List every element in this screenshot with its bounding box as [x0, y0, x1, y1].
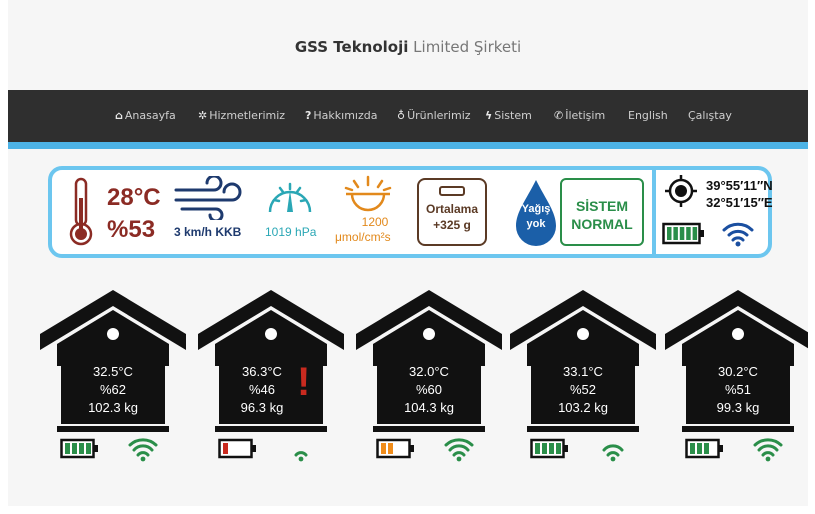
- solar-radiation-value: 1200: [361, 215, 389, 229]
- hive-temperature: 33.1°C: [563, 364, 603, 379]
- hive-stand: [215, 426, 327, 432]
- hive-display: 36.3°C %46 96.3 kg !: [219, 358, 323, 424]
- hive-display: 30.2°C %51 99.3 kg: [686, 358, 790, 424]
- pressure-gauge-icon: [268, 182, 312, 213]
- nav-about-label: Hakkımızda: [313, 109, 378, 122]
- home-icon: ⌂: [115, 109, 123, 122]
- nav-contact-label: İletişim: [565, 109, 606, 122]
- hive-weight: 96.3 kg: [240, 400, 284, 415]
- hive-card-3[interactable]: 32.0°C %60 104.3 kg: [354, 288, 504, 468]
- nav-system-label: Sistem: [494, 109, 532, 122]
- nav-products[interactable]: ♁ Ürünlerimiz: [397, 109, 471, 122]
- hive-card-4[interactable]: 33.1°C %52 103.2 kg: [508, 288, 658, 468]
- hive-stand: [682, 426, 794, 432]
- gps-latitude: 39°55′11″N: [706, 178, 773, 193]
- main-navbar: ⌂ Anasayfa ✲ Hizmetlerimiz ? Hakkımızda ♁ Ür…: [8, 90, 808, 142]
- nav-workshop-label: Çalıştay: [688, 109, 732, 122]
- hive-weight: 104.3 kg: [404, 400, 454, 415]
- hive-battery-icon: [530, 438, 568, 459]
- hive-temperature: 32.5°C: [93, 364, 133, 379]
- nav-system[interactable]: ϟ Sistem: [485, 109, 532, 122]
- nav-english-label: English: [628, 109, 668, 122]
- system-status-badge: SİSTEM NORMAL: [560, 178, 644, 246]
- hive-temperature: 30.2°C: [718, 364, 758, 379]
- nav-workshop[interactable]: Çalıştay: [688, 109, 732, 122]
- hive-weight: 103.2 kg: [558, 400, 608, 415]
- hive-stand: [373, 426, 485, 432]
- air-humidity: %53: [107, 216, 156, 243]
- hive-card-5[interactable]: 30.2°C %51 99.3 kg: [663, 288, 808, 468]
- air-pressure: 1019 hPa: [265, 225, 317, 239]
- scale-average-change: +325 g: [433, 218, 471, 232]
- page: GSS Teknoloji Limited Şirketi ⌂ Anasayfa …: [8, 0, 808, 506]
- hive-display: 32.0°C %60 104.3 kg: [377, 358, 481, 424]
- system-status-line1: SİSTEM: [575, 198, 629, 214]
- hive-humidity: %60: [415, 382, 443, 397]
- rain-status-line1: Yağış: [521, 203, 551, 215]
- gateway-wifi-icon: [722, 222, 754, 247]
- nav-home-label: Anasayfa: [124, 109, 176, 122]
- phone-icon: ✆: [554, 109, 564, 122]
- nav-about[interactable]: ? Hakkımızda: [305, 109, 377, 122]
- hive-weight: 102.3 kg: [88, 400, 138, 415]
- site-brand[interactable]: GSS Teknoloji Limited Şirketi: [8, 38, 808, 56]
- hive-card-1[interactable]: 32.5°C %62 102.3 kg: [38, 288, 188, 468]
- hive-battery-icon: [376, 438, 414, 459]
- nav-products-label: Ürünlerimiz: [407, 109, 471, 122]
- hive-display: 33.1°C %52 103.2 kg: [531, 358, 635, 424]
- hive-wifi-icon: [753, 438, 783, 462]
- solar-radiation-unit: μmol/cm²s: [335, 230, 391, 244]
- hive-temperature: 36.3°C: [242, 364, 282, 379]
- nav-contact[interactable]: ✆ İletişim: [554, 109, 605, 122]
- navbar-accent-line: [8, 142, 808, 149]
- bulb-icon: ♁: [397, 109, 406, 122]
- scale-label: Ortalama: [425, 202, 479, 216]
- hive-battery-icon: [218, 438, 256, 459]
- hive-battery-icon: [60, 438, 98, 459]
- hive-wifi-icon: [294, 451, 308, 462]
- hive-wifi-icon: [602, 444, 624, 462]
- thermometer-icon: [69, 177, 93, 246]
- gps-target-icon: [665, 175, 697, 207]
- nav-services-label: Hizmetlerimiz: [209, 109, 286, 122]
- air-temperature: 28°C: [107, 184, 161, 211]
- scale-widget: Ortalama +325 g: [417, 178, 487, 246]
- wind-speed: 3 km/h KKB: [174, 225, 242, 239]
- gears-icon: ✲: [198, 109, 208, 122]
- hive-stand: [527, 426, 639, 432]
- gateway-battery-icon: [662, 222, 704, 245]
- weather-panel: 28°C %53 3 km/h KKB 1019 hPa 1200 μmol/c…: [48, 166, 773, 258]
- hive-alert-icon: !: [297, 360, 311, 404]
- system-status-line2: NORMAL: [571, 216, 633, 232]
- hive-humidity: %51: [724, 382, 752, 397]
- hive-humidity: %46: [248, 382, 276, 397]
- hive-humidity: %52: [569, 382, 597, 397]
- rain-status-line2: yok: [526, 218, 546, 230]
- hive-temperature: 32.0°C: [409, 364, 449, 379]
- nav-home[interactable]: ⌂ Anasayfa: [115, 109, 176, 122]
- hive-humidity: %62: [99, 382, 127, 397]
- sun-icon: [344, 175, 392, 212]
- hive-display: 32.5°C %62 102.3 kg: [61, 358, 165, 424]
- brand-suffix: Limited Şirketi: [413, 38, 522, 56]
- scale-icon: [439, 186, 465, 196]
- hive-wifi-icon: [444, 438, 474, 462]
- question-icon: ?: [305, 109, 312, 122]
- nav-english[interactable]: English: [628, 109, 668, 122]
- hive-battery-icon: [685, 438, 723, 459]
- hive-card-2[interactable]: 36.3°C %46 96.3 kg !: [196, 288, 346, 468]
- hive-weight: 99.3 kg: [716, 400, 760, 415]
- hive-stand: [57, 426, 169, 432]
- nav-services[interactable]: ✲ Hizmetlerimiz: [198, 109, 285, 122]
- gps-separator: [652, 170, 656, 254]
- gps-longitude: 32°51′15″E: [706, 195, 773, 210]
- hive-wifi-icon: [128, 438, 158, 462]
- wind-icon: [174, 176, 242, 220]
- bolt-icon: ϟ: [485, 109, 493, 122]
- brand-name: GSS Teknoloji: [294, 38, 409, 56]
